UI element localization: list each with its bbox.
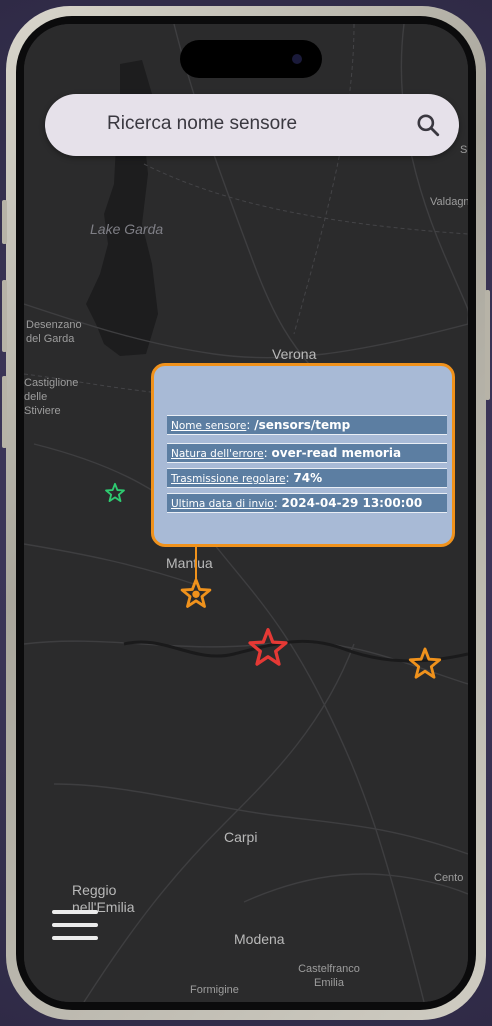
popup-row-sensor-name: Nome sensore: /sensors/temp [167, 415, 447, 435]
map-label-lake-garda: Lake Garda [90, 221, 164, 237]
popup-row-last-send-date: Ultima data di invio: 2024-04-29 13:00:0… [167, 493, 447, 513]
map-label-desenzano: Desenzano del Garda [26, 319, 82, 345]
sensor-marker-selected[interactable] [179, 577, 213, 611]
search-icon[interactable] [415, 112, 441, 138]
map-label-carpi: Carpi [224, 829, 258, 845]
sensor-marker-orange[interactable] [407, 646, 443, 682]
popup-row-regular-transmission: Trasmissione regolare: 74% [167, 468, 447, 488]
map-label-castelfranco: Castelfranco Emilia [298, 963, 360, 989]
sensor-marker-red[interactable] [246, 626, 290, 670]
search-input[interactable]: Ricerca nome sensore [107, 113, 297, 135]
camera-icon [292, 54, 302, 64]
phone-action-button [2, 200, 7, 244]
sensor-info-popup[interactable]: Nome sensore: /sensors/temp Natura dell'… [151, 363, 455, 547]
map-label-valdagno: Valdagn [430, 196, 468, 208]
popup-row-error-type: Natura dell'errore: over-read memoria [167, 443, 447, 463]
phone-volume-down-button [2, 376, 7, 448]
phone-power-button [485, 290, 490, 400]
stage: Ricerca nome sensore Lake Garda Desenzan… [0, 0, 492, 1026]
hamburger-menu-icon[interactable] [52, 910, 98, 944]
map-label-castiglione: Castiglione delle Stiviere [24, 377, 79, 417]
phone-volume-up-button [2, 280, 7, 352]
app-screen: Ricerca nome sensore Lake Garda Desenzan… [24, 24, 468, 1002]
map-label-formigine: Formigine [190, 984, 239, 996]
hamburger-line-top [52, 910, 98, 914]
hamburger-line-bottom [52, 936, 98, 940]
map-label-mantua: Mantua [166, 555, 213, 571]
map-label-modena: Modena [234, 931, 285, 947]
sensor-marker-green[interactable] [104, 482, 126, 504]
map-label-verona: Verona [272, 346, 317, 362]
map-label-edge: S [460, 144, 468, 156]
search-bar[interactable]: Ricerca nome sensore [45, 94, 459, 156]
map-label-cento: Cento [434, 872, 464, 884]
hamburger-line-middle [52, 923, 98, 927]
dynamic-island [180, 40, 322, 78]
